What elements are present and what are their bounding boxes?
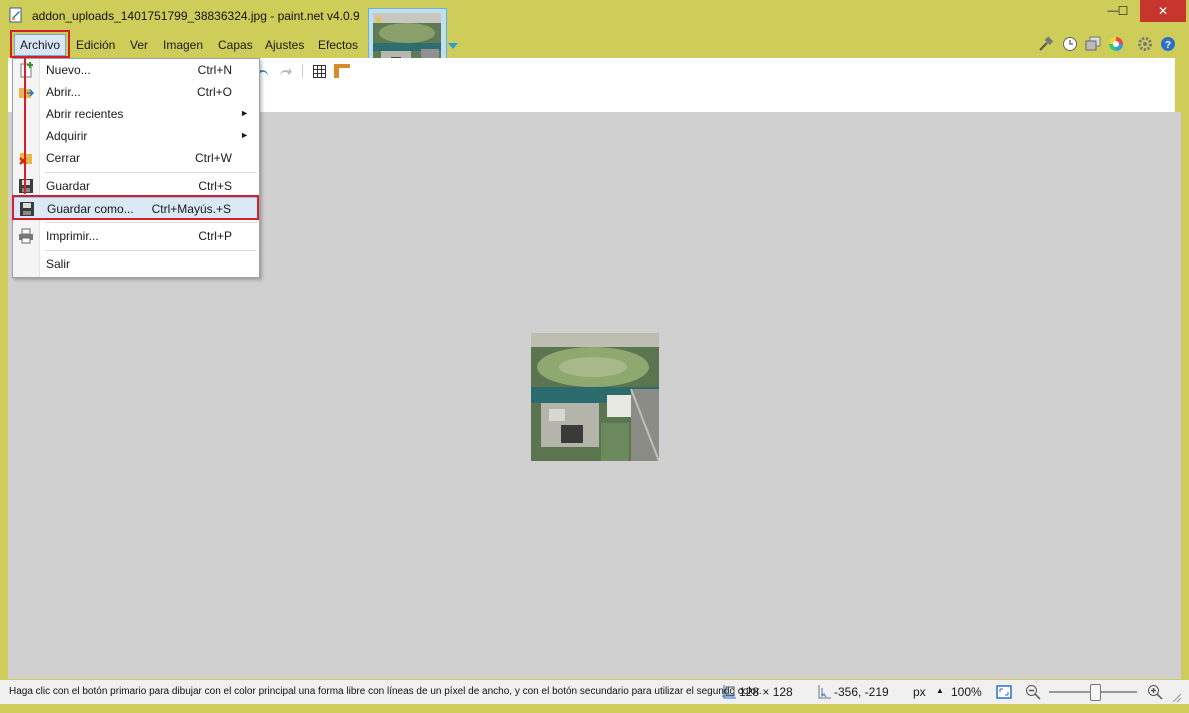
menu-ver[interactable]: Ver [124, 34, 154, 56]
new-file-icon [18, 62, 34, 78]
units-dropdown-icon[interactable]: ▲ [936, 686, 944, 695]
history-icon[interactable] [1062, 36, 1078, 52]
close-file-icon [18, 150, 34, 166]
svg-text:?: ? [1165, 40, 1171, 51]
file-menu-dropdown: Nuevo... Ctrl+N Abrir... Ctrl+O Abrir re… [12, 58, 260, 278]
cursor-position-readout: -356, -219 [834, 685, 889, 699]
close-icon: ✕ [1157, 4, 1169, 18]
highlight-box-archivo [10, 30, 70, 58]
menu-item-adquirir[interactable]: Adquirir ► [13, 125, 259, 147]
units-selector[interactable]: px [913, 685, 926, 699]
grid-icon[interactable] [313, 65, 326, 81]
menu-capas[interactable]: Capas [212, 34, 259, 56]
zoom-slider-thumb[interactable] [1090, 684, 1101, 701]
image-size-readout: 128 × 128 [739, 685, 793, 699]
submenu-arrow-icon: ► [240, 108, 249, 118]
menu-ajustes[interactable]: Ajustes [259, 34, 310, 56]
menu-separator [45, 250, 257, 251]
window-title: addon_uploads_1401751799_38836324.jpg - … [32, 9, 360, 23]
submenu-arrow-icon: ► [240, 130, 249, 140]
settings-icon[interactable] [1137, 36, 1153, 52]
star-icon: ★ [374, 15, 383, 26]
ruler-icon[interactable] [334, 64, 350, 81]
image-size-icon [721, 684, 737, 703]
tools-icon[interactable] [1038, 36, 1054, 52]
menu-separator [45, 222, 257, 223]
save-icon [18, 178, 34, 194]
menu-item-guardar[interactable]: Guardar Ctrl+S [13, 175, 259, 197]
menu-item-salir[interactable]: Salir [13, 253, 259, 275]
highlight-box-guardar-como [12, 195, 259, 220]
paintnet-app-icon[interactable] [8, 7, 24, 23]
layers-icon[interactable] [1085, 36, 1101, 52]
help-icon[interactable]: ? [1160, 36, 1176, 52]
menu-item-imprimir[interactable]: Imprimir... Ctrl+P [13, 225, 259, 247]
menu-item-abrir-recientes[interactable]: Abrir recientes ► [13, 103, 259, 125]
menu-edicion[interactable]: Edición [70, 34, 121, 56]
status-message: Haga clic con el botón primario para dib… [9, 686, 762, 697]
menu-item-nuevo[interactable]: Nuevo... Ctrl+N [13, 59, 259, 81]
menu-efectos[interactable]: Efectos [312, 34, 364, 56]
menu-separator [45, 172, 257, 173]
open-folder-icon [18, 84, 35, 100]
zoom-out-icon[interactable] [1025, 684, 1041, 703]
close-button[interactable]: ✕ [1140, 0, 1186, 22]
cursor-position-icon [816, 684, 832, 703]
maximize-icon: ☐ [1117, 4, 1129, 18]
canvas-image[interactable] [531, 333, 660, 462]
colors-icon[interactable] [1108, 36, 1124, 52]
title-bar: addon_uploads_1401751799_38836324.jpg - … [0, 0, 1189, 32]
maximize-button[interactable]: ☐ [1110, 0, 1136, 22]
thumbnail-dropdown-icon[interactable] [448, 40, 458, 54]
redo-icon[interactable] [278, 66, 292, 81]
menu-imagen[interactable]: Imagen [157, 34, 209, 56]
print-icon [18, 228, 34, 244]
toolbar-divider [302, 64, 303, 78]
resize-grip-icon[interactable] [1172, 692, 1182, 706]
zoom-in-icon[interactable] [1147, 684, 1163, 703]
zoom-level[interactable]: 100% [951, 685, 982, 699]
annotation-connector-line [24, 58, 26, 194]
menu-item-cerrar[interactable]: Cerrar Ctrl+W [13, 147, 259, 169]
status-bar: Haga clic con el botón primario para dib… [0, 680, 1189, 704]
menu-item-abrir[interactable]: Abrir... Ctrl+O [13, 81, 259, 103]
zoom-to-window-icon[interactable] [996, 684, 1012, 703]
